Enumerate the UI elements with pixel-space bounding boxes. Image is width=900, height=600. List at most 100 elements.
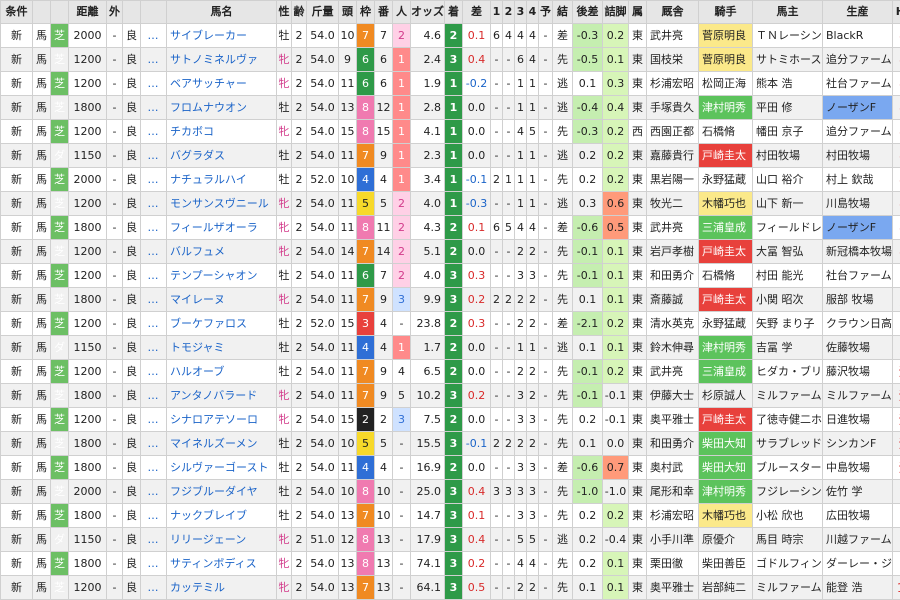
more-dots-link[interactable]: … xyxy=(141,336,167,360)
more-dots-link[interactable]: … xyxy=(141,576,167,600)
column-header[interactable]: 着 xyxy=(445,1,463,24)
horse-name-link[interactable]: フィールザオーラ xyxy=(167,216,277,240)
column-header[interactable]: 齢 xyxy=(292,1,307,24)
column-header[interactable] xyxy=(123,1,141,24)
column-header[interactable]: 後差 xyxy=(573,1,603,24)
horse-name-link[interactable]: サティンボディス xyxy=(167,552,277,576)
more-dots-link[interactable]: … xyxy=(141,360,167,384)
more-dots-link[interactable]: … xyxy=(141,216,167,240)
column-header[interactable]: 2 xyxy=(503,1,515,24)
column-header[interactable] xyxy=(33,1,51,24)
column-header[interactable]: 4 xyxy=(527,1,539,24)
column-header[interactable]: 生産 xyxy=(823,1,893,24)
more-dots-link[interactable]: … xyxy=(141,480,167,504)
horse-name-link[interactable]: アンタノバラード xyxy=(167,384,277,408)
table-row[interactable]: 新馬芝1800-良…サティンボディス牝254.013813-74.130.2--… xyxy=(1,552,900,576)
horse-name-link[interactable]: ハルオーブ xyxy=(167,360,277,384)
more-dots-link[interactable]: … xyxy=(141,384,167,408)
column-header[interactable]: 予 xyxy=(539,1,553,24)
more-dots-link[interactable]: … xyxy=(141,432,167,456)
more-dots-link[interactable]: … xyxy=(141,72,167,96)
column-header[interactable]: 番 xyxy=(375,1,393,24)
horse-name-link[interactable]: バグラダス xyxy=(167,144,277,168)
more-dots-link[interactable]: … xyxy=(141,408,167,432)
horse-name-link[interactable]: ブーケファロス xyxy=(167,312,277,336)
more-dots-link[interactable]: … xyxy=(141,120,167,144)
column-header[interactable]: 人 xyxy=(393,1,411,24)
more-dots-link[interactable]: … xyxy=(141,192,167,216)
table-row[interactable]: 新馬芝1200-良…シナロアテソーロ牝254.0152237.520.0--33… xyxy=(1,408,900,432)
table-row[interactable]: 新馬芝1800-良…マイネルズーメン牡254.01055-15.53-0.122… xyxy=(1,432,900,456)
column-header[interactable]: 性 xyxy=(277,1,292,24)
column-header[interactable]: 騎手 xyxy=(699,1,753,24)
column-header[interactable]: 頭 xyxy=(339,1,357,24)
table-row[interactable]: 新馬ダ1150-良…トモジャミ牡254.0114411.720.0--11-逃0… xyxy=(1,336,900,360)
table-row[interactable]: 新馬芝1800-良…ナックブレイブ牡254.013710-14.730.1--3… xyxy=(1,504,900,528)
column-header[interactable]: 外 xyxy=(107,1,123,24)
column-header[interactable]: 3 xyxy=(515,1,527,24)
column-header[interactable]: 距離 xyxy=(69,1,107,24)
horse-name-link[interactable]: シナロアテソーロ xyxy=(167,408,277,432)
column-header[interactable] xyxy=(141,1,167,24)
horse-name-link[interactable]: トモジャミ xyxy=(167,336,277,360)
column-header[interactable] xyxy=(51,1,69,24)
table-row[interactable]: 新馬芝1200-良…バルフュメ牝254.01471425.120.0--22-先… xyxy=(1,240,900,264)
table-row[interactable]: 新馬ダ1150-良…リリージェーン牝251.012813-17.930.4--5… xyxy=(1,528,900,552)
more-dots-link[interactable]: … xyxy=(141,288,167,312)
column-header[interactable]: 差 xyxy=(463,1,491,24)
horse-name-link[interactable]: ナチュラルハイ xyxy=(167,168,277,192)
column-header[interactable]: 1 xyxy=(491,1,503,24)
horse-name-link[interactable]: シルヴァーゴースト xyxy=(167,456,277,480)
table-row[interactable]: 新馬芝2000-良…ナチュラルハイ牡252.0104413.41-0.12111… xyxy=(1,168,900,192)
horse-name-link[interactable]: サトノミネルヴァ xyxy=(167,48,277,72)
table-row[interactable]: 新馬芝2000-良…サイブレーカー牡254.0107724.620.16444-… xyxy=(1,24,900,48)
more-dots-link[interactable]: … xyxy=(141,528,167,552)
horse-name-link[interactable]: テンプーシャオン xyxy=(167,264,277,288)
horse-name-link[interactable]: マイレーヌ xyxy=(167,288,277,312)
more-dots-link[interactable]: … xyxy=(141,48,167,72)
horse-name-link[interactable]: モンサンスヴニール xyxy=(167,192,277,216)
horse-name-link[interactable]: リリージェーン xyxy=(167,528,277,552)
more-dots-link[interactable]: … xyxy=(141,312,167,336)
more-dots-link[interactable]: … xyxy=(141,240,167,264)
column-header[interactable]: 結 xyxy=(553,1,573,24)
horse-name-link[interactable]: ベアサッチャー xyxy=(167,72,277,96)
table-row[interactable]: 新馬芝1200-良…ブーケファロス牡252.01534-23.820.3--22… xyxy=(1,312,900,336)
more-dots-link[interactable]: … xyxy=(141,264,167,288)
table-row[interactable]: 新馬芝1800-良…シルヴァーゴースト牡254.01144-16.920.0--… xyxy=(1,456,900,480)
horse-name-link[interactable]: マイネルズーメン xyxy=(167,432,277,456)
column-header[interactable]: 厩舎 xyxy=(647,1,699,24)
more-dots-link[interactable]: … xyxy=(141,96,167,120)
column-header[interactable]: 枠 xyxy=(357,1,375,24)
column-header[interactable]: 属 xyxy=(629,1,647,24)
table-row[interactable]: 新馬芝1200-良…カッテミル牝254.013713-64.130.5--22-… xyxy=(1,576,900,600)
table-row[interactable]: 新馬ダ1150-良…バグラダス牡254.0117912.310.0--11-逃0… xyxy=(1,144,900,168)
column-header[interactable]: 斤量 xyxy=(307,1,339,24)
table-row[interactable]: 新馬芝1800-良…マイレーヌ牝254.0117939.930.22222-先0… xyxy=(1,288,900,312)
table-row[interactable]: 新馬芝1200-良…テンプーシャオン牡254.0116724.030.3--33… xyxy=(1,264,900,288)
horse-name-link[interactable]: バルフュメ xyxy=(167,240,277,264)
column-header[interactable]: HB xyxy=(893,1,900,24)
table-row[interactable]: 新馬芝1200-良…モンサンスヴニール牝254.0115524.01-0.3--… xyxy=(1,192,900,216)
table-row[interactable]: 新馬芝1800-良…フィールザオーラ牝254.01181124.320.1654… xyxy=(1,216,900,240)
table-row[interactable]: 新馬芝2000-良…フジブルーダイヤ牡254.010810-25.030.433… xyxy=(1,480,900,504)
column-header[interactable]: 条件 xyxy=(1,1,33,24)
column-header[interactable]: 詰脚 xyxy=(603,1,629,24)
table-row[interactable]: 新馬芝1200-良…ハルオーブ牡254.0117946.520.0--22-先-… xyxy=(1,360,900,384)
table-row[interactable]: 新馬芝1200-良…サトノミネルヴァ牝254.096612.430.4--64-… xyxy=(1,48,900,72)
horse-name-link[interactable]: フジブルーダイヤ xyxy=(167,480,277,504)
table-row[interactable]: 新馬芝1800-良…アンタノバラード牝254.01179510.230.2--3… xyxy=(1,384,900,408)
table-row[interactable]: 新馬芝1800-良…フロムナウオン牡254.01381212.810.0--11… xyxy=(1,96,900,120)
horse-name-link[interactable]: フロムナウオン xyxy=(167,96,277,120)
more-dots-link[interactable]: … xyxy=(141,456,167,480)
more-dots-link[interactable]: … xyxy=(141,168,167,192)
horse-name-link[interactable]: ナックブレイブ xyxy=(167,504,277,528)
more-dots-link[interactable]: … xyxy=(141,24,167,48)
column-header[interactable]: 馬名 xyxy=(167,1,277,24)
column-header[interactable]: 馬主 xyxy=(753,1,823,24)
table-row[interactable]: 新馬芝1200-良…ベアサッチャー牝254.0116611.91-0.2--11… xyxy=(1,72,900,96)
horse-name-link[interactable]: カッテミル xyxy=(167,576,277,600)
table-row[interactable]: 新馬芝1200-良…チカボコ牝254.01581514.110.0--45-先-… xyxy=(1,120,900,144)
horse-name-link[interactable]: チカボコ xyxy=(167,120,277,144)
horse-name-link[interactable]: サイブレーカー xyxy=(167,24,277,48)
